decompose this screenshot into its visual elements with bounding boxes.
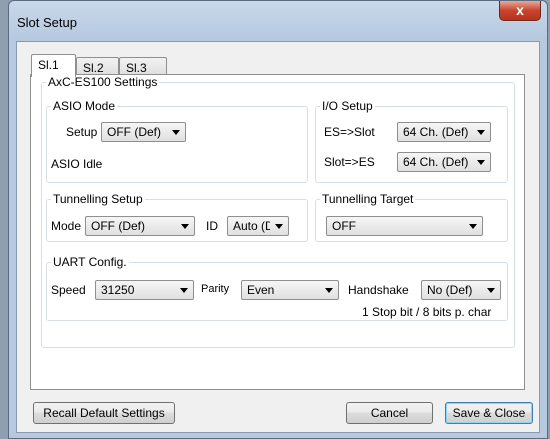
tunnelling-id-dropdown[interactable]: Auto (D: [227, 216, 289, 236]
uart-handshake-value: No (Def): [427, 283, 473, 297]
tab-sl1[interactable]: Sl.1: [31, 54, 76, 77]
uart-handshake-dropdown[interactable]: No (Def): [421, 280, 501, 300]
asio-setup-dropdown[interactable]: OFF (Def): [101, 122, 186, 142]
tunnelling-target-legend: Tunnelling Target: [322, 192, 414, 206]
tunnelling-target-dropdown[interactable]: OFF: [326, 216, 483, 236]
tab-panel-sl1: AxC-ES100 Settings ASIO Mode Setup OFF (…: [30, 74, 525, 390]
mode-label: Mode: [51, 219, 82, 233]
tunnelling-setup-legend: Tunnelling Setup: [53, 192, 143, 206]
tunnelling-target-value: OFF: [332, 219, 356, 233]
cancel-button[interactable]: Cancel: [346, 402, 433, 424]
chevron-down-icon: [180, 288, 188, 293]
io-setup-legend: I/O Setup: [322, 99, 373, 113]
es-slot-label: ES=>Slot: [324, 125, 375, 139]
id-label: ID: [206, 219, 218, 233]
uart-stop-bits-note: 1 Stop bit / 8 bits p. char: [362, 305, 492, 319]
tab-label: Sl.3: [126, 61, 147, 75]
window-title: Slot Setup: [17, 15, 77, 30]
uart-config-legend: UART Config.: [53, 255, 127, 269]
chevron-down-icon: [325, 288, 333, 293]
slot-setup-window: Slot Setup x Sl.1 Sl.2 Sl.3 AxC-ES100 Se…: [8, 0, 548, 439]
chevron-down-icon: [477, 160, 485, 165]
slot-es-label: Slot=>ES: [324, 155, 375, 169]
tab-label: Sl.1: [38, 58, 59, 72]
asio-status-text: ASIO Idle: [51, 157, 103, 171]
chevron-down-icon: [469, 224, 477, 229]
save-close-button[interactable]: Save & Close: [445, 402, 533, 424]
es-slot-dropdown[interactable]: 64 Ch. (Def): [397, 122, 491, 142]
handshake-label: Handshake: [348, 283, 409, 297]
tunnelling-mode-dropdown[interactable]: OFF (Def): [85, 216, 195, 236]
chevron-down-icon: [275, 224, 283, 229]
setup-label: Setup: [66, 125, 98, 139]
parity-label: Parity: [201, 283, 230, 295]
speed-label: Speed: [51, 283, 86, 297]
tunnelling-setup-group: Tunnelling Setup Mode OFF (Def) ID Auto …: [46, 192, 308, 242]
chevron-down-icon: [487, 288, 495, 293]
dialog-client-area: Sl.1 Sl.2 Sl.3 AxC-ES100 Settings ASIO M…: [16, 41, 540, 433]
close-button[interactable]: x: [499, 1, 541, 21]
asio-mode-legend: ASIO Mode: [53, 99, 116, 113]
chevron-down-icon: [172, 130, 180, 135]
es-slot-value: 64 Ch. (Def): [403, 125, 469, 139]
asio-setup-value: OFF (Def): [107, 125, 161, 139]
tab-label: Sl.2: [83, 61, 104, 75]
slot-es-dropdown[interactable]: 64 Ch. (Def): [397, 152, 491, 172]
uart-speed-dropdown[interactable]: 31250: [95, 280, 194, 300]
tunnelling-id-value: Auto (D: [233, 219, 270, 233]
axc-es100-settings-group: AxC-ES100 Settings ASIO Mode Setup OFF (…: [41, 75, 515, 348]
slot-es-value: 64 Ch. (Def): [403, 155, 469, 169]
uart-config-group: UART Config. Speed 31250 Parity Even Han…: [46, 255, 508, 321]
uart-parity-dropdown[interactable]: Even: [241, 280, 339, 300]
recall-default-settings-button[interactable]: Recall Default Settings: [33, 402, 175, 424]
chevron-down-icon: [477, 130, 485, 135]
tunnelling-target-group: Tunnelling Target OFF: [315, 192, 508, 242]
group-title: AxC-ES100 Settings: [48, 75, 158, 89]
uart-speed-value: 31250: [101, 283, 135, 297]
tunnelling-mode-value: OFF (Def): [91, 219, 145, 233]
io-setup-group: I/O Setup ES=>Slot 64 Ch. (Def) Slot=>ES…: [315, 99, 508, 183]
close-icon: x: [516, 2, 524, 18]
chevron-down-icon: [181, 224, 189, 229]
uart-parity-value: Even: [247, 283, 275, 297]
asio-mode-group: ASIO Mode Setup OFF (Def) ASIO Idle: [46, 99, 308, 183]
